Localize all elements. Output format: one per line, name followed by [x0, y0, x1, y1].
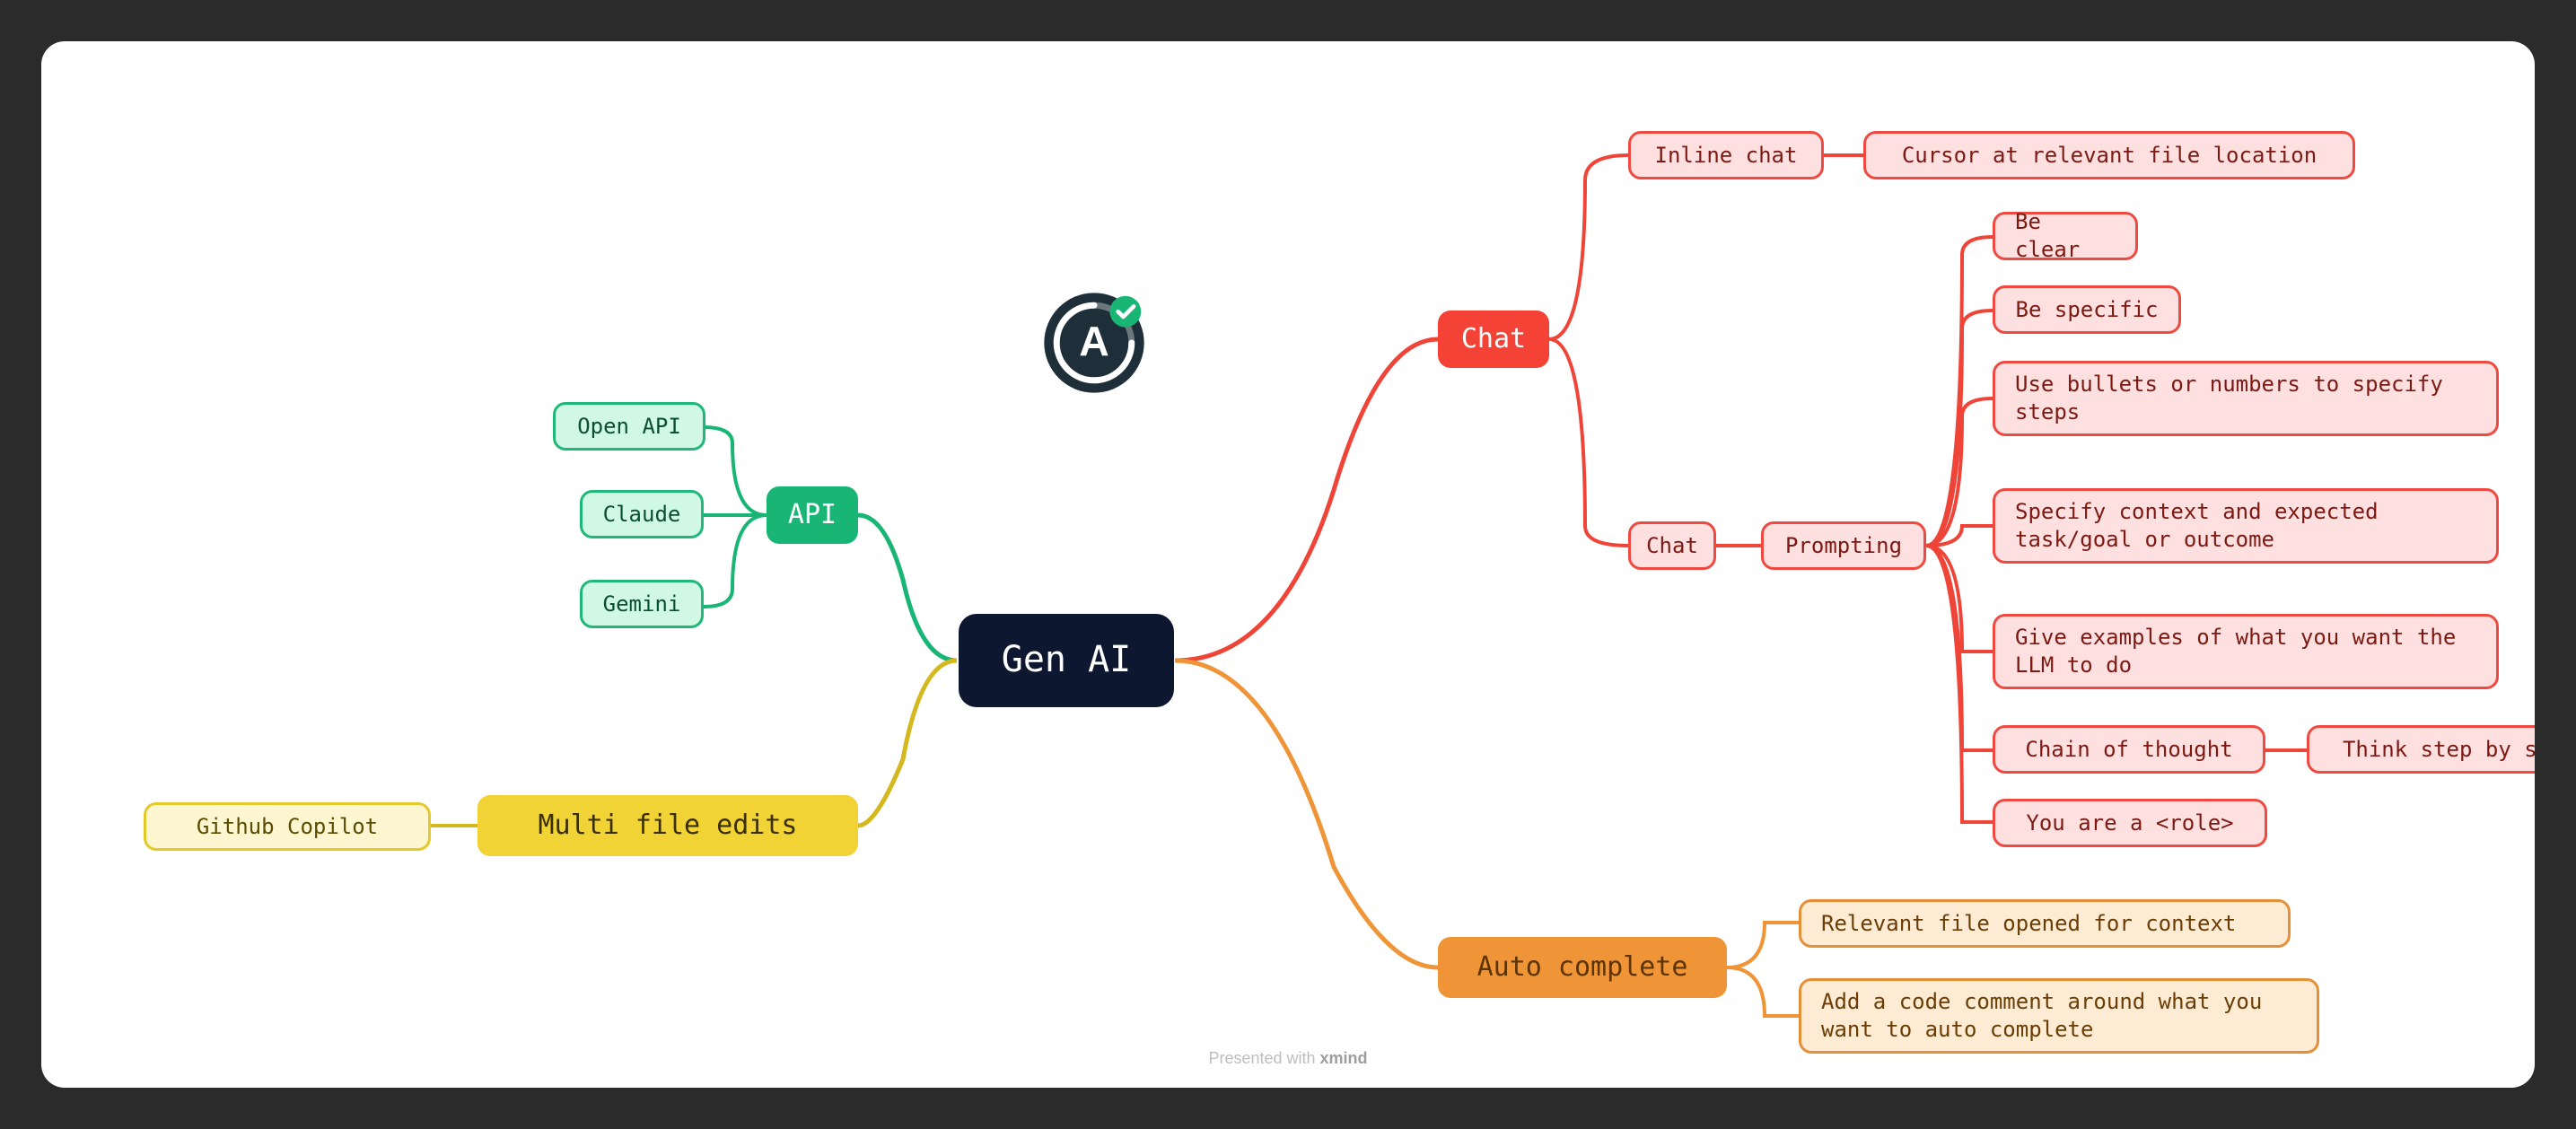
api-openapi[interactable]: Open API [553, 402, 705, 451]
inline-chat-detail[interactable]: Cursor at relevant file location [1863, 131, 2355, 179]
mindmap-canvas: A Gen AI Chat Inline chat Cursor at rele… [41, 41, 2535, 1088]
footer-prefix: Presented with [1208, 1049, 1319, 1067]
api-node[interactable]: API [767, 486, 858, 544]
svg-text:A: A [1079, 318, 1109, 364]
api-gemini[interactable]: Gemini [580, 580, 704, 628]
footer: Presented with xmind [41, 1049, 2535, 1068]
inline-chat-node[interactable]: Inline chat [1628, 131, 1824, 179]
angular-badge-icon: A [1042, 291, 1146, 395]
multi-file-node[interactable]: Multi file edits [478, 795, 858, 856]
auto-item-2[interactable]: Add a code comment around what you want … [1799, 978, 2319, 1054]
auto-item-1[interactable]: Relevant file opened for context [1799, 899, 2291, 948]
auto-complete-node[interactable]: Auto complete [1438, 937, 1727, 998]
root-node[interactable]: Gen AI [959, 614, 1174, 707]
tip-role[interactable]: You are a <role> [1993, 799, 2267, 847]
tip-examples[interactable]: Give examples of what you want the LLM t… [1993, 614, 2499, 689]
tip-chain[interactable]: Chain of thought [1993, 725, 2265, 774]
footer-brand: xmind [1320, 1049, 1368, 1067]
github-copilot[interactable]: Github Copilot [144, 802, 431, 851]
tip-bullets[interactable]: Use bullets or numbers to specify steps [1993, 361, 2499, 436]
chat-sub-node[interactable]: Chat [1628, 521, 1716, 570]
tip-chain-child[interactable]: Think step by step [2307, 725, 2535, 774]
tip-context[interactable]: Specify context and expected task/goal o… [1993, 488, 2499, 564]
api-claude[interactable]: Claude [580, 490, 704, 538]
tip-be-specific[interactable]: Be specific [1993, 285, 2181, 334]
chat-node[interactable]: Chat [1438, 311, 1549, 368]
tip-be-clear[interactable]: Be clear [1993, 212, 2138, 260]
prompting-node[interactable]: Prompting [1761, 521, 1926, 570]
